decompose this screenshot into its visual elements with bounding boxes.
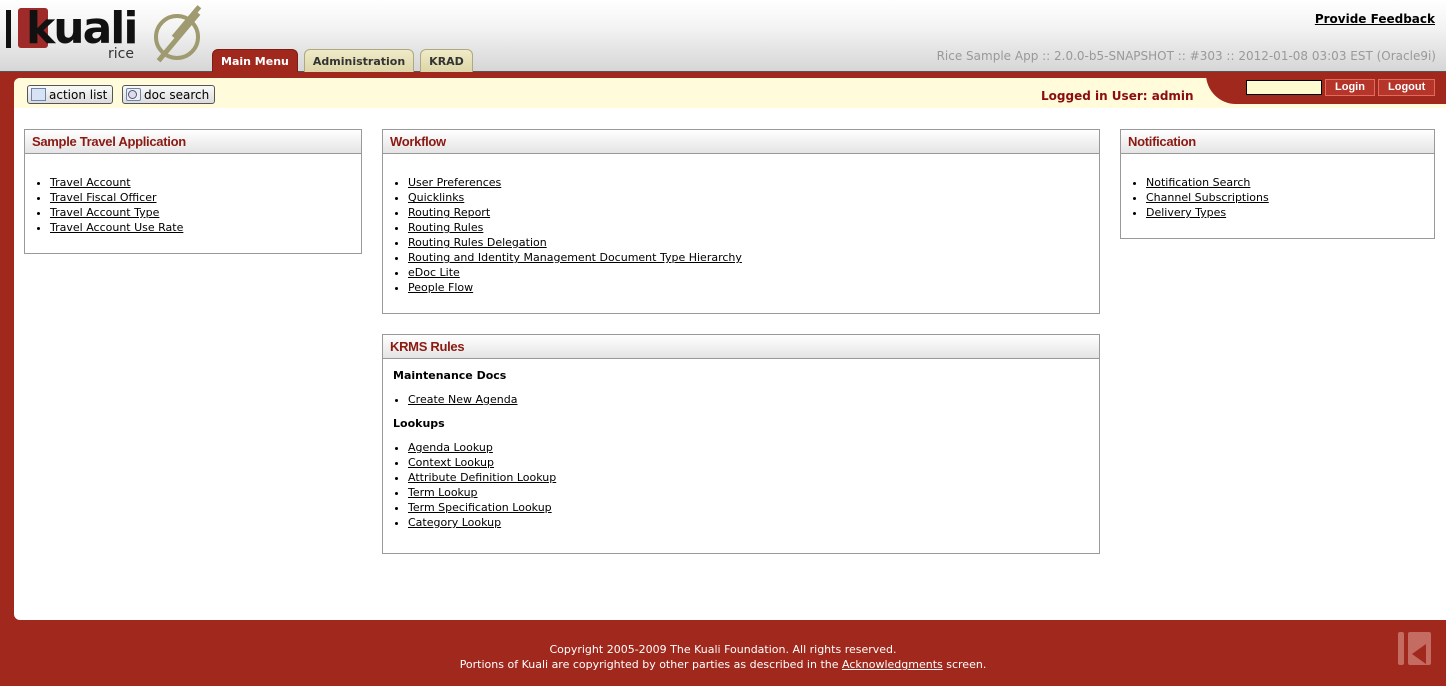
channel-subscriptions-link[interactable]: Channel Subscriptions bbox=[1146, 191, 1269, 204]
section-title: Notification bbox=[1121, 130, 1434, 154]
tab-main-menu[interactable]: Main Menu bbox=[212, 49, 298, 72]
list-item: Travel Account Type bbox=[50, 205, 361, 220]
doc-search-label: doc search bbox=[144, 87, 210, 102]
maintenance-docs-heading: Maintenance Docs bbox=[393, 369, 507, 382]
list-item: Term Specification Lookup bbox=[408, 500, 1099, 515]
section-title: Workflow bbox=[383, 130, 1099, 154]
create-new-agenda-link[interactable]: Create New Agenda bbox=[408, 393, 518, 406]
delivery-types-link[interactable]: Delivery Types bbox=[1146, 206, 1226, 219]
action-list-button[interactable]: action list bbox=[27, 85, 114, 104]
notification-links: Notification Search Channel Subscription… bbox=[1121, 175, 1434, 220]
lookup-links: Agenda Lookup Context Lookup Attribute D… bbox=[383, 440, 1099, 530]
doc-type-hierarchy-link[interactable]: Routing and Identity Management Document… bbox=[408, 251, 742, 264]
workflow-section: Workflow User Preferences Quicklinks Rou… bbox=[382, 129, 1100, 314]
action-list-label: action list bbox=[49, 87, 108, 102]
acknowledgments-line: Portions of Kuali are copyrighted by oth… bbox=[0, 657, 1446, 672]
list-item: Category Lookup bbox=[408, 515, 1099, 530]
list-item: Travel Account bbox=[50, 175, 361, 190]
section-title: Sample Travel Application bbox=[25, 130, 361, 154]
attribute-definition-lookup-link[interactable]: Attribute Definition Lookup bbox=[408, 471, 556, 484]
category-lookup-link[interactable]: Category Lookup bbox=[408, 516, 501, 529]
routing-report-link[interactable]: Routing Report bbox=[408, 206, 490, 219]
travel-account-use-rate-link[interactable]: Travel Account Use Rate bbox=[50, 221, 183, 234]
routing-rules-delegation-link[interactable]: Routing Rules Delegation bbox=[408, 236, 547, 249]
travel-section: Sample Travel Application Travel Account… bbox=[24, 129, 362, 254]
header: kuali rice Provide Feedback Rice Sample … bbox=[0, 0, 1446, 72]
doc-search-button[interactable]: doc search bbox=[122, 85, 216, 104]
context-lookup-link[interactable]: Context Lookup bbox=[408, 456, 494, 469]
backdoor-login-input[interactable] bbox=[1246, 80, 1322, 95]
section-title: KRMS Rules bbox=[383, 335, 1099, 359]
routing-rules-link[interactable]: Routing Rules bbox=[408, 221, 483, 234]
agenda-lookup-link[interactable]: Agenda Lookup bbox=[408, 441, 493, 454]
list-item: Quicklinks bbox=[408, 190, 1099, 205]
notification-search-link[interactable]: Notification Search bbox=[1146, 176, 1250, 189]
list-item: Delivery Types bbox=[1146, 205, 1434, 220]
tab-krad[interactable]: KRAD bbox=[420, 49, 473, 72]
quicklinks-link[interactable]: Quicklinks bbox=[408, 191, 464, 204]
list-item: Create New Agenda bbox=[408, 392, 1099, 407]
acknowledgments-link[interactable]: Acknowledgments bbox=[842, 658, 943, 671]
doc-search-icon bbox=[126, 88, 141, 101]
k-shape bbox=[1408, 632, 1431, 665]
logged-in-user: Logged in User: admin bbox=[1041, 89, 1194, 103]
footer: Copyright 2005-2009 The Kuali Foundation… bbox=[0, 642, 1446, 672]
list-item: Routing Rules bbox=[408, 220, 1099, 235]
list-item: Routing Rules Delegation bbox=[408, 235, 1099, 250]
list-item: Notification Search bbox=[1146, 175, 1434, 190]
footer-text: screen. bbox=[942, 658, 987, 671]
main-tabs: Main Menu Administration KRAD bbox=[212, 49, 473, 72]
krms-section: KRMS Rules Maintenance Docs Create New A… bbox=[382, 334, 1100, 554]
term-specification-lookup-link[interactable]: Term Specification Lookup bbox=[408, 501, 552, 514]
list-item: Channel Subscriptions bbox=[1146, 190, 1434, 205]
kuali-k-icon bbox=[1398, 632, 1431, 665]
list-item: Term Lookup bbox=[408, 485, 1099, 500]
provide-feedback-link[interactable]: Provide Feedback bbox=[1315, 12, 1435, 26]
app-info: Rice Sample App :: 2.0.0-b5-SNAPSHOT :: … bbox=[936, 49, 1436, 63]
travel-account-type-link[interactable]: Travel Account Type bbox=[50, 206, 159, 219]
list-item: Travel Fiscal Officer bbox=[50, 190, 361, 205]
k-bar bbox=[1398, 632, 1404, 665]
edoc-lite-link[interactable]: eDoc Lite bbox=[408, 266, 460, 279]
kuali-rice-logo: kuali rice bbox=[4, 4, 214, 66]
list-item: People Flow bbox=[408, 280, 1099, 295]
list-item: Agenda Lookup bbox=[408, 440, 1099, 455]
action-list-icon bbox=[31, 88, 46, 101]
logo-sub: rice bbox=[108, 46, 134, 62]
list-item: User Preferences bbox=[408, 175, 1099, 190]
list-item: eDoc Lite bbox=[408, 265, 1099, 280]
footer-text: Portions of Kuali are copyrighted by oth… bbox=[459, 658, 842, 671]
list-item: Context Lookup bbox=[408, 455, 1099, 470]
travel-fiscal-officer-link[interactable]: Travel Fiscal Officer bbox=[50, 191, 156, 204]
maintenance-links: Create New Agenda bbox=[383, 392, 1099, 407]
term-lookup-link[interactable]: Term Lookup bbox=[408, 486, 478, 499]
list-item: Attribute Definition Lookup bbox=[408, 470, 1099, 485]
list-item: Routing and Identity Management Document… bbox=[408, 250, 1099, 265]
travel-links: Travel Account Travel Fiscal Officer Tra… bbox=[25, 175, 361, 235]
lookups-heading: Lookups bbox=[393, 417, 445, 430]
list-item: Routing Report bbox=[408, 205, 1099, 220]
user-preferences-link[interactable]: User Preferences bbox=[408, 176, 501, 189]
people-flow-link[interactable]: People Flow bbox=[408, 281, 473, 294]
logout-button[interactable]: Logout bbox=[1378, 79, 1436, 96]
tab-administration[interactable]: Administration bbox=[303, 49, 415, 72]
travel-account-link[interactable]: Travel Account bbox=[50, 176, 131, 189]
list-item: Travel Account Use Rate bbox=[50, 220, 361, 235]
workflow-links: User Preferences Quicklinks Routing Repo… bbox=[383, 175, 1099, 295]
copyright-text: Copyright 2005-2009 The Kuali Foundation… bbox=[549, 643, 897, 656]
notification-section: Notification Notification Search Channel… bbox=[1120, 129, 1435, 239]
logo-bar bbox=[6, 10, 11, 48]
login-button[interactable]: Login bbox=[1325, 79, 1375, 96]
